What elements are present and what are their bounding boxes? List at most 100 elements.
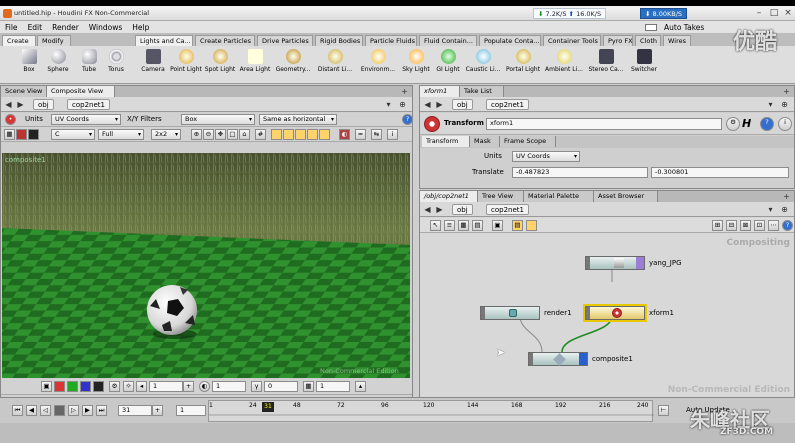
forward-arrow-icon-3[interactable]: ▶ [434,204,445,215]
menu-render[interactable]: Render [47,21,84,34]
back-arrow-icon-3[interactable]: ◀ [422,204,433,215]
fstop-icon[interactable]: ▴ [355,381,366,392]
tool-select-icon[interactable]: ↖ [430,220,441,231]
tool-spot-light[interactable]: Spot Light [204,48,236,84]
highlight-icon-1[interactable] [271,129,282,140]
viewer-value-1[interactable]: 1 [149,381,183,392]
tool-note-icon[interactable]: ▤ [512,220,523,231]
menu-windows[interactable]: Windows [84,21,127,34]
blue-swatch-icon[interactable] [80,381,91,392]
tab-network-path[interactable]: /obj/cop2net1 [420,191,478,202]
net-speed-widget-2[interactable]: ⬇ 8.00KB/S [640,8,688,19]
zoom-in-icon[interactable]: ⊕ [191,129,202,140]
info-icon-2[interactable]: i [778,117,792,131]
red-swatch-icon[interactable] [54,381,65,392]
bypass-flag[interactable] [586,257,590,269]
shelf-tab-create[interactable]: Create [2,35,36,46]
tool-area-light[interactable]: Area Light [238,48,272,84]
tab-xform1[interactable]: xform1 [420,86,460,97]
go-end-icon[interactable]: ⏭ [96,405,107,416]
step-icon[interactable]: + [183,381,194,392]
tool-switcher[interactable]: Switcher [628,48,660,84]
highlight-icon-3[interactable] [295,129,306,140]
subtab-frame-scope[interactable]: Frame Scope [500,136,556,147]
playhead-marker[interactable]: 31 [262,402,274,412]
shelf-tab-rigid-bodies[interactable]: Rigid Bodies [315,35,363,46]
go-start-icon[interactable]: ⏮ [12,405,23,416]
tool-sphere[interactable]: Sphere [44,48,72,84]
add-pane-icon[interactable]: + [399,86,410,97]
tool-camera[interactable]: Camera [140,48,166,84]
frame-step-icon[interactable]: + [152,405,163,416]
pin-icon-2[interactable]: ▾ [765,99,776,110]
link-icon-2[interactable]: ⊕ [779,99,790,110]
shelf-tab-fluid-containers[interactable]: Fluid Contain... [419,35,477,46]
bypass-flag[interactable] [529,353,533,365]
tool-geometry-light[interactable]: Geometry... [274,48,312,84]
home-icon[interactable]: ⌂ [239,129,250,140]
auto-takes-toggle[interactable]: Auto Takes [640,21,714,35]
path-crumb-cop2net1-2[interactable]: cop2net1 [486,99,529,110]
tool-environment-light[interactable]: Environm... [358,48,398,84]
close-button[interactable]: × [781,7,795,19]
path-crumb-obj[interactable]: obj [33,99,54,110]
path-crumb-cop2net1-3[interactable]: cop2net1 [486,204,529,215]
bypass-flag[interactable] [586,307,590,319]
link-icon[interactable]: ⊕ [397,99,408,110]
stop-icon[interactable] [54,405,65,416]
node-yang-jpg[interactable] [585,256,645,270]
node-composite1[interactable] [528,352,588,366]
path-crumb-obj-3[interactable]: obj [452,204,473,215]
tool-stereo-camera[interactable]: Stereo Ca... [586,48,626,84]
help-icon[interactable]: ? [402,114,413,125]
brightness-icon[interactable]: ☼ [123,381,134,392]
play-icon[interactable]: ▷ [68,405,79,416]
back-arrow-icon-2[interactable]: ◀ [422,99,433,110]
highlight-icon-2[interactable] [283,129,294,140]
tool-list-icon[interactable]: ≡ [444,220,455,231]
net-speed-widget[interactable]: ⬇ 7.2K/S ⬆ 16.0K/S [533,8,607,19]
green-swatch-icon[interactable] [67,381,78,392]
highlight-icon-4[interactable] [307,129,318,140]
fit-icon[interactable]: □ [227,129,238,140]
menu-help[interactable]: Help [127,21,154,34]
subtab-transform[interactable]: Transform [422,136,470,147]
tool-flag-icon[interactable]: ▣ [492,220,503,231]
compare-icon[interactable]: ⇆ [371,129,382,140]
viewer-value-3[interactable]: 0 [264,381,298,392]
tab-material-palette[interactable]: Material Palette [524,191,594,202]
back-arrow-icon[interactable]: ◀ [3,99,14,110]
tool-display-icon[interactable]: ▤ [472,220,483,231]
forward-arrow-icon-2[interactable]: ▶ [434,99,445,110]
tool-distant-light[interactable]: Distant Li... [316,48,354,84]
link-icon-3[interactable]: ⊕ [779,204,790,215]
shelf-tab-wires[interactable]: Wires [663,35,691,46]
tab-asset-browser[interactable]: Asset Browser [594,191,658,202]
red-channel-icon[interactable] [16,129,27,140]
pan-icon[interactable]: ✥ [215,129,226,140]
current-frame-field[interactable]: 31 [118,405,152,416]
tab-composite-view[interactable]: Composite View [47,86,115,97]
param-units-select[interactable]: UV Coords [512,151,580,162]
shelf-tab-cloth[interactable]: Cloth [635,35,661,46]
viewer-value-2[interactable]: 1 [212,381,246,392]
shelf-tab-particle-fluids[interactable]: Particle Fluids [365,35,417,46]
settings-gear-icon[interactable]: ⚙ [109,381,120,392]
tab-take-list[interactable]: Take List [460,86,504,97]
shelf-tab-lights[interactable]: Lights and Ca... [135,35,193,46]
contrast-icon[interactable]: ◐ [199,381,210,392]
tool-torus[interactable]: Torus [104,48,128,84]
scrub-left-icon[interactable]: ◂ [136,381,147,392]
tool-sky-light[interactable]: Sky Light [400,48,432,84]
viewer-value-4[interactable]: 1 [316,381,350,392]
op-name-field[interactable]: xform1 [486,118,722,130]
shelf-tab-container-tools[interactable]: Container Tools [543,35,601,46]
add-pane-icon-2[interactable]: + [781,86,792,97]
display-flag[interactable] [579,353,587,365]
add-pane-icon-3[interactable]: + [781,191,792,202]
snapshot-icon[interactable]: ◐ [339,129,350,140]
translate-x-field[interactable]: -0.487823 [512,167,648,178]
layout-icon-1[interactable]: ⊞ [712,220,723,231]
channel-select[interactable]: C [51,129,95,140]
tab-tree-view[interactable]: Tree View [478,191,524,202]
